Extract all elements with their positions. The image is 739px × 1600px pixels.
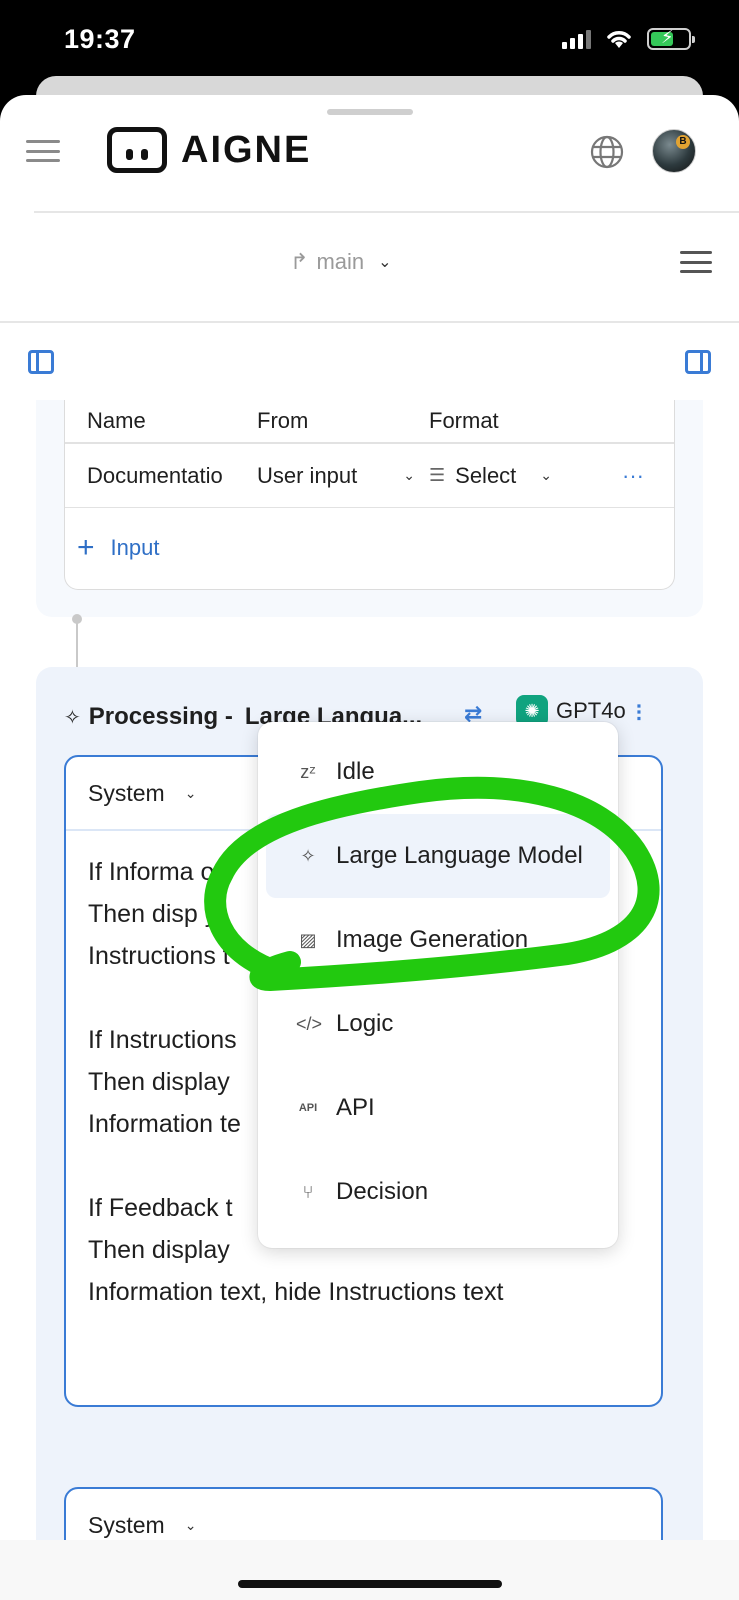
- column-header-format: Format: [429, 408, 499, 433]
- image-icon: ▨: [299, 929, 317, 950]
- user-avatar[interactable]: B: [652, 129, 696, 173]
- prompt-role-value-2: System: [88, 1511, 165, 1538]
- column-header-name: Name: [87, 408, 146, 433]
- dropdown-item-logic[interactable]: </> Logic: [266, 982, 610, 1066]
- sparkle-icon: ✧: [300, 845, 316, 866]
- dropdown-item-decision[interactable]: ⑂ Decision: [266, 1150, 610, 1234]
- app-sheet: AIGNE B ↱ main ⌄ Name From Format Docume…: [0, 95, 739, 1600]
- dropdown-item-label: Logic: [336, 1010, 394, 1037]
- cellular-signal-icon: [562, 29, 591, 49]
- dropdown-item-large-language-model[interactable]: ✧ Large Language Model: [266, 814, 610, 898]
- prompt-role-value: System: [88, 779, 165, 806]
- table-header-row: Name From Format: [65, 400, 674, 444]
- brand-logo[interactable]: AIGNE: [107, 127, 311, 173]
- column-header-from: From: [257, 408, 309, 433]
- right-panel-toggle-icon[interactable]: [685, 350, 711, 374]
- input-format-value: Select: [455, 462, 517, 488]
- input-name-field[interactable]: Documentatio: [65, 463, 257, 489]
- project-menu-icon[interactable]: [680, 251, 712, 273]
- input-section: Name From Format Documentatio User input…: [36, 400, 703, 617]
- dropdown-item-api[interactable]: API API: [266, 1066, 610, 1150]
- inputs-table: Name From Format Documentatio User input…: [64, 400, 675, 590]
- dropdown-item-image-generation[interactable]: ▨ Image Generation: [266, 898, 610, 982]
- chevron-down-icon: ⌄: [378, 254, 392, 271]
- avatar-badge-icon: B: [676, 135, 690, 149]
- chevron-down-icon: ⌄: [184, 1516, 197, 1533]
- left-panel-toggle-icon[interactable]: [28, 350, 54, 374]
- home-indicator-bar: [0, 1540, 739, 1600]
- sleep-icon: zᶻ: [300, 761, 316, 782]
- processing-type-dropdown: zᶻ Idle ✧ Large Language Model ▨ Image G…: [258, 722, 618, 1248]
- wifi-icon: [607, 31, 631, 48]
- app-header: AIGNE B: [0, 95, 739, 210]
- globe-icon[interactable]: [590, 135, 624, 169]
- settings-sliders-icon[interactable]: ⫶: [636, 701, 642, 727]
- dropdown-item-label: Image Generation: [336, 926, 529, 953]
- input-source-value: User input: [257, 462, 358, 488]
- dropdown-item-idle[interactable]: zᶻ Idle: [266, 730, 610, 814]
- dropdown-item-label: Idle: [336, 758, 375, 785]
- sparkle-icon: ✧: [64, 706, 81, 729]
- chevron-down-icon: ⌄: [540, 467, 553, 483]
- input-format-select[interactable]: ☰ Select ⌄: [429, 463, 603, 489]
- branch-icon: ⑂: [302, 1181, 314, 1202]
- row-more-button[interactable]: ···: [603, 463, 663, 489]
- processing-title: Processing -: [88, 703, 233, 730]
- chevron-down-icon: ⌄: [184, 784, 197, 801]
- list-checks-icon: ☰: [429, 465, 446, 485]
- dropdown-item-label: Decision: [336, 1178, 429, 1205]
- logo-mark-icon: [107, 127, 167, 173]
- status-icons: ⚡: [562, 27, 695, 50]
- model-name: GPT4o: [556, 698, 626, 723]
- home-indicator[interactable]: [238, 1580, 502, 1588]
- branch-icon: ↱: [290, 249, 309, 274]
- battery-icon: ⚡: [647, 27, 695, 50]
- branch-name: main: [316, 249, 365, 274]
- chevron-down-icon: ⌄: [403, 467, 415, 483]
- status-time: 19:37: [64, 24, 136, 54]
- branch-selector[interactable]: ↱ main ⌄: [290, 249, 392, 275]
- input-source-select[interactable]: User input ⌄: [257, 463, 429, 489]
- api-icon: API: [298, 1102, 318, 1114]
- add-input-label: Input: [110, 535, 160, 560]
- dropdown-item-label: API: [336, 1094, 375, 1121]
- plus-icon: +: [77, 531, 95, 564]
- toolbar-divider: [0, 321, 739, 323]
- flow-connector: [72, 614, 82, 668]
- code-icon: </>: [296, 1013, 323, 1034]
- main-menu-icon[interactable]: [26, 140, 60, 162]
- add-input-button[interactable]: + Input: [65, 508, 674, 588]
- brand-name: AIGNE: [181, 128, 312, 171]
- branch-bar: ↱ main ⌄: [0, 213, 739, 318]
- dropdown-item-label: Large Language Model: [336, 842, 583, 869]
- table-row: Documentatio User input ⌄ ☰ Select ⌄ ···: [65, 444, 674, 508]
